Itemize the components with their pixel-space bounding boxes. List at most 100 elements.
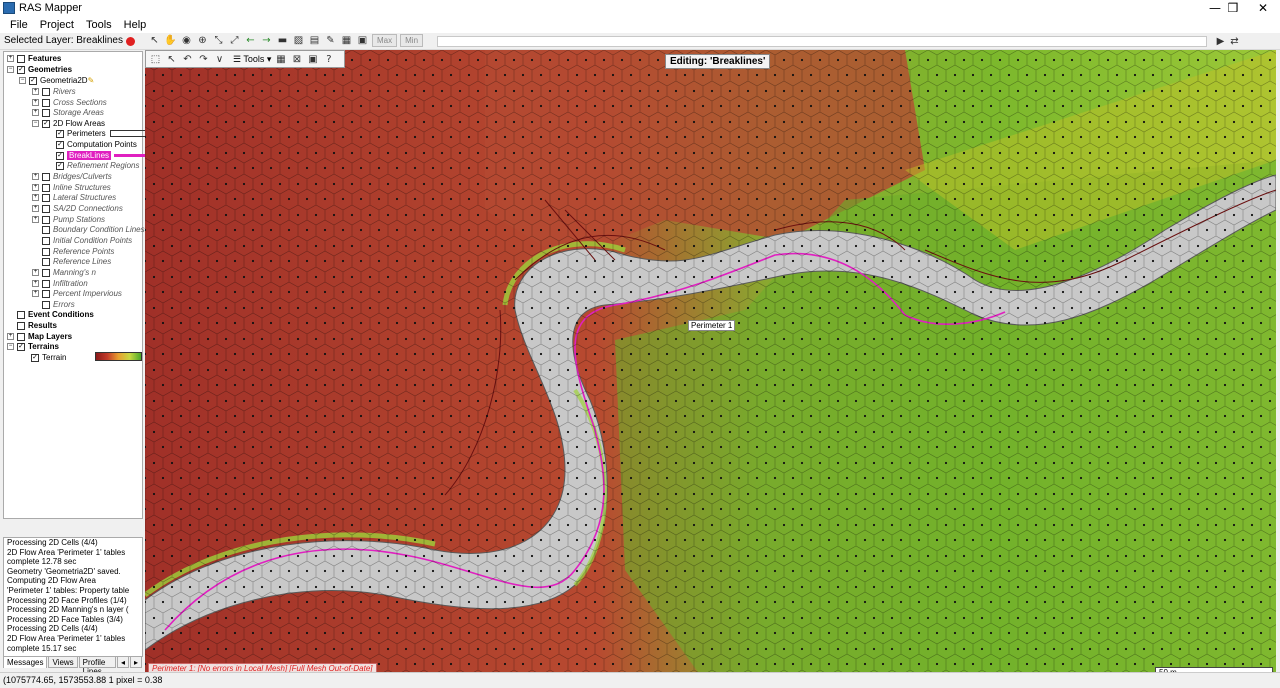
tool-icon[interactable]: ✎ — [324, 34, 337, 47]
tree-terrain[interactable]: ✓ Terrain — [31, 352, 66, 363]
back-arrow-icon[interactable]: ← — [244, 34, 257, 47]
checkbox[interactable] — [42, 289, 50, 298]
collapse-icon[interactable]: − — [32, 120, 39, 127]
points-icon[interactable]: ▣ — [306, 53, 319, 66]
checkbox[interactable]: ✓ — [56, 140, 64, 149]
terrain-map[interactable] — [145, 50, 1276, 682]
pan-hand-icon[interactable]: ✋ — [164, 34, 177, 47]
tree-ic-points[interactable]: Initial Condition Points — [42, 235, 132, 246]
tools-dropdown[interactable]: ☰ Tools ▾ — [233, 54, 271, 65]
tab-scroll-right-icon[interactable]: ▸ — [129, 656, 142, 668]
help-icon[interactable]: ? — [322, 53, 335, 66]
regenerate-icon[interactable]: ⊠ — [290, 53, 303, 66]
checkbox[interactable]: ✓ — [17, 342, 25, 351]
checkbox[interactable]: ✓ — [17, 65, 25, 74]
tab-profile-lines[interactable]: Profile Lines — [78, 656, 116, 676]
tree-results[interactable]: Results — [17, 320, 57, 331]
forward-arrow-icon[interactable]: → — [260, 34, 273, 47]
checkbox[interactable] — [42, 98, 50, 107]
checkbox[interactable] — [17, 321, 25, 330]
close-button[interactable]: ✕ — [1246, 0, 1280, 16]
zoom-in-icon[interactable]: ⊕ — [196, 34, 209, 47]
tab-views[interactable]: Views — [48, 656, 78, 668]
expand-icon[interactable]: + — [32, 280, 39, 287]
expand-icon[interactable]: + — [32, 184, 39, 191]
zoom-extent-icon[interactable]: ⤡ — [212, 34, 225, 47]
expand-icon[interactable]: + — [32, 88, 39, 95]
full-extent-icon[interactable]: ⤢ — [228, 34, 241, 47]
collapse-icon[interactable]: − — [7, 66, 14, 73]
checkbox[interactable] — [42, 172, 50, 181]
redo-icon[interactable]: ↷ — [197, 53, 210, 66]
checkbox[interactable] — [42, 247, 50, 256]
tree-rivers[interactable]: + Rivers — [32, 86, 76, 97]
checkbox[interactable] — [17, 310, 25, 319]
tree-lateral[interactable]: + Lateral Structures — [32, 192, 116, 203]
export-icon[interactable]: ▦ — [340, 34, 353, 47]
expand-icon[interactable]: + — [32, 99, 39, 106]
expand-icon[interactable]: + — [32, 216, 39, 223]
checkbox[interactable] — [42, 300, 50, 309]
draw-line-icon[interactable]: ∨ — [213, 53, 226, 66]
checkbox[interactable] — [42, 225, 50, 234]
options-icon[interactable]: ⇄ — [1228, 35, 1241, 48]
expand-icon[interactable]: + — [7, 333, 14, 340]
checkbox[interactable]: ✓ — [56, 151, 64, 160]
checkbox[interactable] — [42, 193, 50, 202]
tree-impervious[interactable]: + Percent Impervious — [32, 288, 122, 299]
tab-scroll-left-icon[interactable]: ◂ — [116, 656, 129, 668]
globe-icon[interactable]: ◉ — [180, 34, 193, 47]
checkbox[interactable] — [42, 87, 50, 96]
play-icon[interactable]: ▶ — [1214, 35, 1227, 48]
tree-geometria2d[interactable]: − ✓ Geometria2D ✎ — [19, 75, 94, 86]
tree-event-conditions[interactable]: Event Conditions — [17, 309, 94, 320]
expand-icon[interactable]: + — [32, 205, 39, 212]
tree-terrains[interactable]: − ✓ Terrains — [7, 341, 59, 352]
checkbox[interactable] — [17, 54, 25, 63]
max-button[interactable]: Max — [372, 34, 398, 47]
checkbox[interactable] — [42, 257, 50, 266]
pointer-icon[interactable]: ↖ — [165, 53, 178, 66]
tree-refinement-regions[interactable]: ✓ Refinement Regions — [56, 160, 139, 171]
min-button[interactable]: Min — [400, 34, 424, 47]
menu-file[interactable]: File — [4, 19, 34, 31]
menu-project[interactable]: Project — [34, 19, 80, 31]
expand-icon[interactable]: + — [32, 194, 39, 201]
save-icon[interactable]: ▣ — [356, 34, 369, 47]
tree-features[interactable]: + Features — [7, 53, 61, 64]
measure-icon[interactable]: ▬ — [276, 34, 289, 47]
tree-bridges[interactable]: + Bridges/Culverts — [32, 171, 112, 182]
select-icon[interactable]: ⬚ — [149, 53, 162, 66]
tree-sa2d[interactable]: + SA/2D Connections — [32, 203, 123, 214]
tree-geometries[interactable]: − ✓ Geometries — [7, 64, 72, 75]
tree-mannings[interactable]: + Manning's n — [32, 267, 96, 278]
collapse-icon[interactable]: − — [19, 77, 26, 84]
checkbox[interactable] — [42, 215, 50, 224]
select-arrow-icon[interactable]: ↖ — [148, 34, 161, 47]
expand-icon[interactable]: + — [32, 173, 39, 180]
checkbox[interactable] — [42, 108, 50, 117]
menu-tools[interactable]: Tools — [80, 19, 118, 31]
tree-ref-lines[interactable]: Reference Lines — [42, 256, 111, 267]
checkbox[interactable] — [42, 279, 50, 288]
checkbox[interactable] — [42, 204, 50, 213]
layer-icon[interactable]: ▤ — [308, 34, 321, 47]
table-icon[interactable]: ▦ — [274, 53, 287, 66]
tab-messages[interactable]: Messages — [3, 656, 48, 668]
expand-icon[interactable]: + — [32, 109, 39, 116]
collapse-icon[interactable]: − — [7, 343, 14, 350]
profile-icon[interactable]: ▨ — [292, 34, 305, 47]
expand-icon[interactable]: + — [32, 290, 39, 297]
checkbox[interactable] — [42, 268, 50, 277]
expand-icon[interactable]: + — [7, 55, 14, 62]
tree-storage-areas[interactable]: + Storage Areas — [32, 107, 104, 118]
checkbox[interactable]: ✓ — [42, 119, 50, 128]
checkbox[interactable] — [17, 332, 25, 341]
checkbox[interactable]: ✓ — [56, 161, 64, 170]
tree-bc-lines[interactable]: Boundary Condition Lines — [42, 224, 145, 235]
menu-help[interactable]: Help — [118, 19, 153, 31]
time-slider[interactable] — [437, 36, 1207, 47]
expand-icon[interactable]: + — [32, 269, 39, 276]
stop-editing-icon[interactable] — [126, 37, 135, 46]
undo-icon[interactable]: ↶ — [181, 53, 194, 66]
